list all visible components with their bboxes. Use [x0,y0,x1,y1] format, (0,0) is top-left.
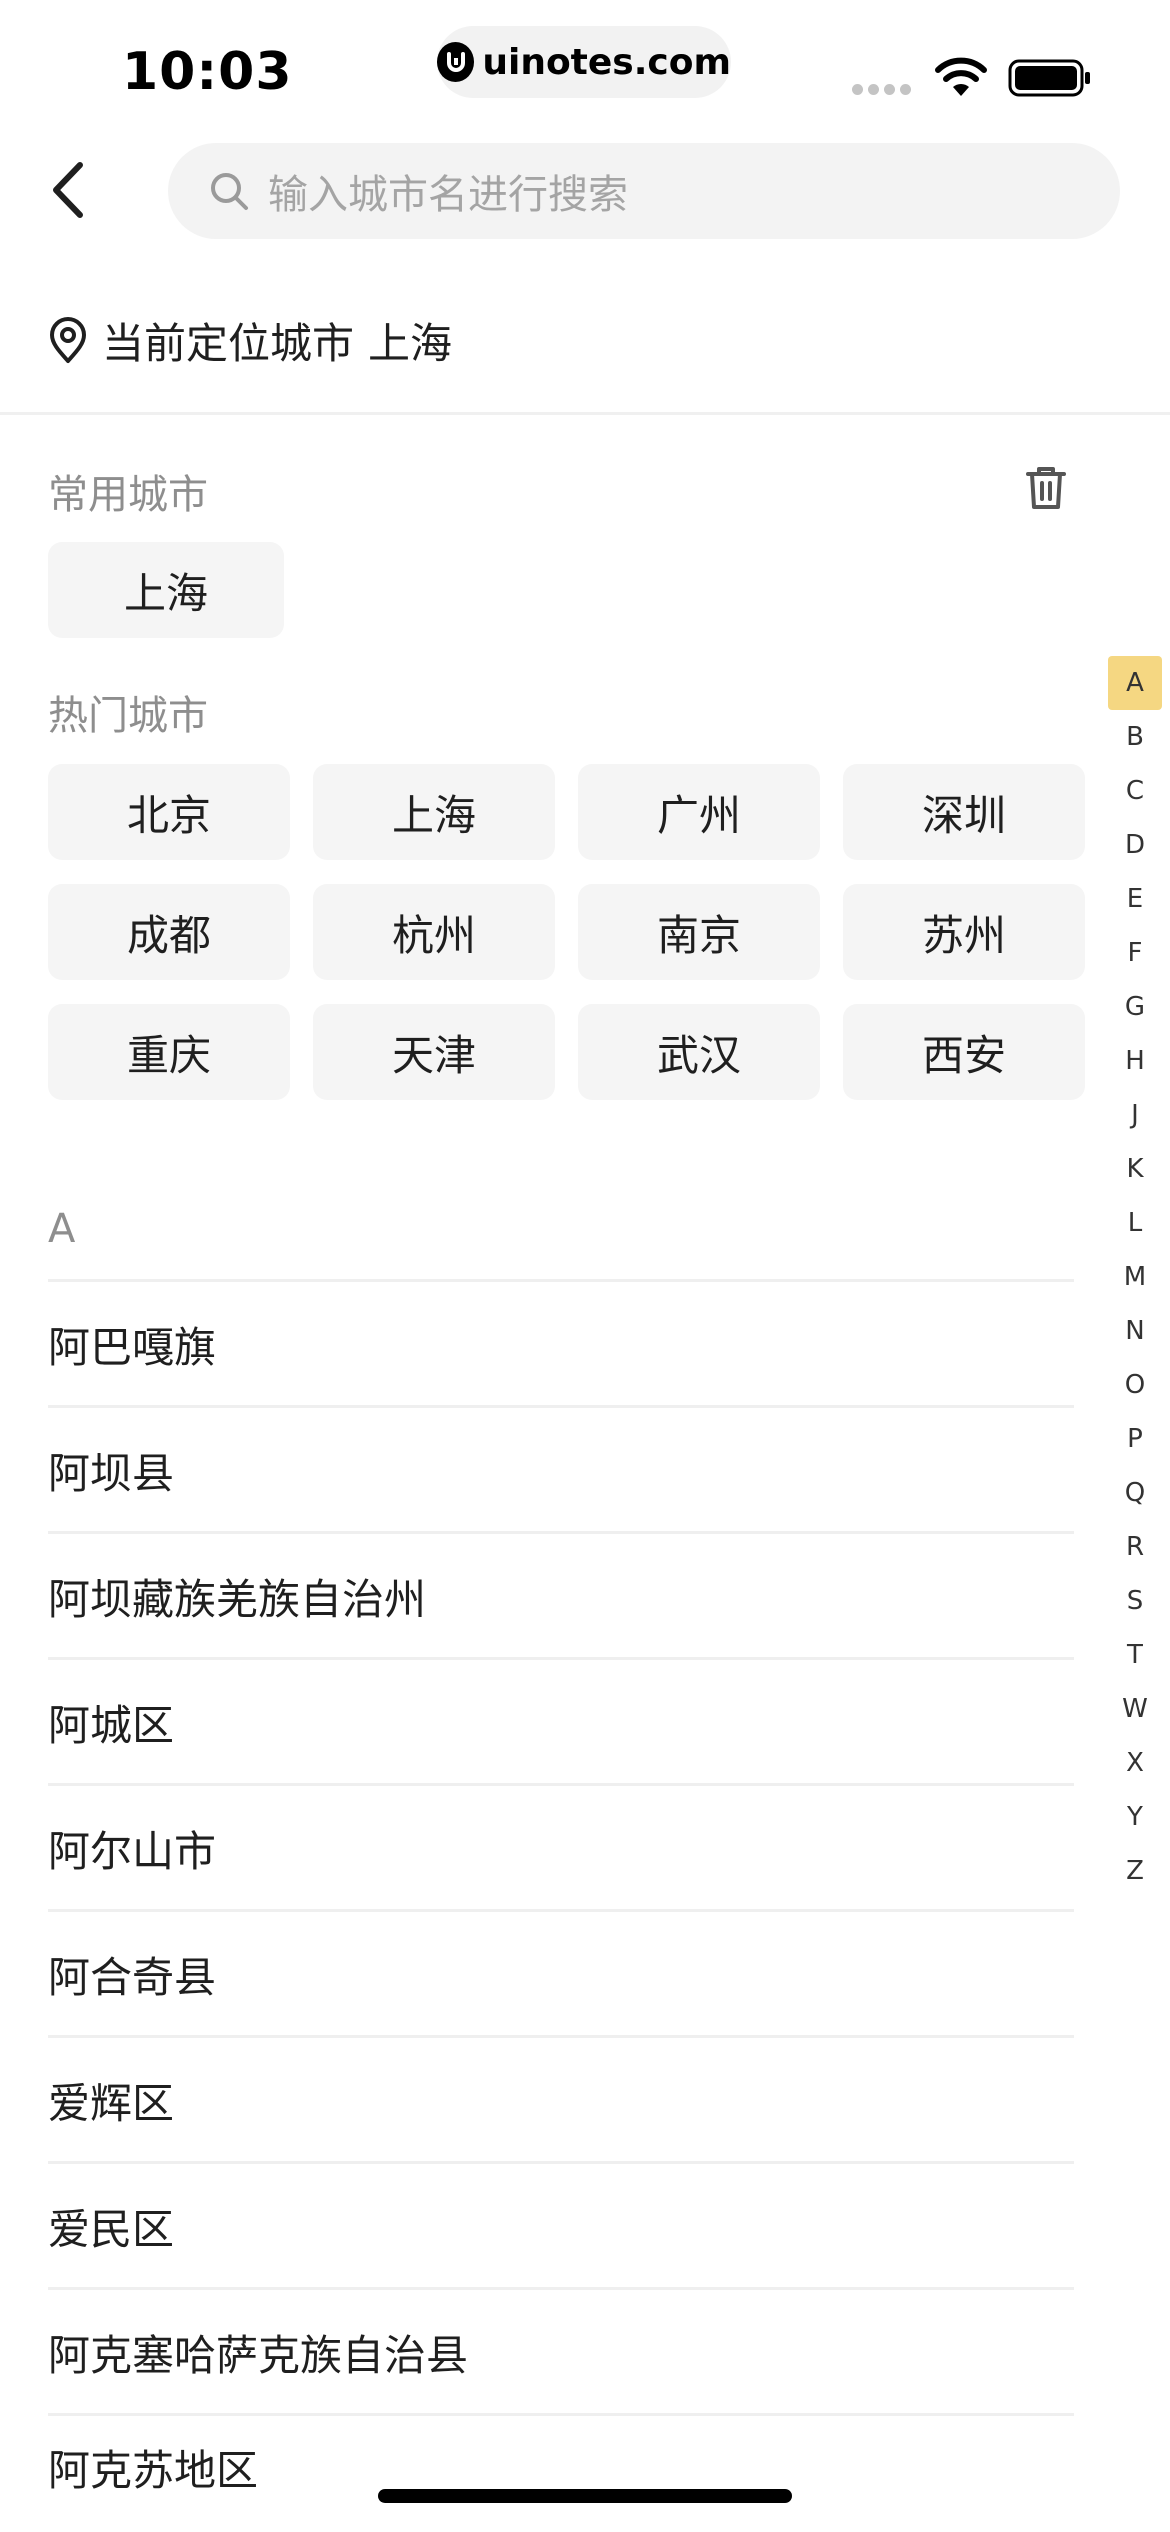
site-logo-icon [437,42,475,82]
list-divider [48,1279,1074,1282]
trash-icon[interactable] [1024,464,1068,512]
alpha-index-letter[interactable]: O [1108,1358,1162,1412]
city-list-item[interactable]: 阿合奇县 [48,1913,1074,2035]
common-cities-title: 常用城市 [48,472,208,518]
hot-city-chip[interactable]: 西安 [843,1004,1085,1100]
url-pill[interactable]: uinotes.com [437,26,731,98]
alpha-index-letter-active[interactable]: A [1108,656,1162,710]
hot-city-chip[interactable]: 深圳 [843,764,1085,860]
hot-city-chip[interactable]: 杭州 [313,884,555,980]
search-icon [211,173,248,210]
alpha-index-letter[interactable]: J [1108,1088,1162,1142]
status-time: 10:03 [122,42,293,102]
city-list-item[interactable]: 爱民区 [48,2165,1074,2287]
list-divider [48,2035,1074,2038]
alpha-index-letter[interactable]: Y [1108,1790,1162,1844]
city-list-item[interactable]: 阿克塞哈萨克族自治县 [48,2291,1074,2413]
list-divider [48,1657,1074,1660]
alpha-index-letter[interactable]: H [1108,1034,1162,1088]
current-location[interactable]: 当前定位城市 上海 [48,302,452,378]
alpha-index-letter[interactable]: N [1108,1304,1162,1358]
city-list-item[interactable]: 阿坝藏族羌族自治州 [48,1535,1074,1657]
hot-city-chip[interactable]: 上海 [313,764,555,860]
alpha-index-letter[interactable]: X [1108,1736,1162,1790]
alpha-index-letter[interactable]: Z [1108,1844,1162,1898]
list-divider [48,1783,1074,1786]
list-letter-header: A [48,1206,76,1252]
city-list-item[interactable]: 爱辉区 [48,2039,1074,2161]
list-divider [48,1405,1074,1408]
alpha-index-letter[interactable]: B [1108,710,1162,764]
hot-cities-title: 热门城市 [48,693,208,739]
list-divider [48,2287,1074,2290]
list-divider [48,1531,1074,1534]
alpha-index-letter[interactable]: R [1108,1520,1162,1574]
hot-city-chip[interactable]: 重庆 [48,1004,290,1100]
hot-city-chip[interactable]: 成都 [48,884,290,980]
location-city[interactable]: 上海 [368,310,452,371]
list-divider [48,1909,1074,1912]
section-divider [0,412,1170,415]
alpha-index-letter[interactable]: E [1108,872,1162,926]
list-divider [48,2413,1074,2416]
common-city-chip[interactable]: 上海 [48,542,284,638]
location-label: 当前定位城市 [102,318,355,368]
chevron-left-icon [53,162,83,218]
home-indicator[interactable] [378,2489,792,2503]
location-pin-icon [50,317,86,363]
city-list-item[interactable]: 阿城区 [48,1661,1074,1783]
alpha-index-letter[interactable]: D [1108,818,1162,872]
alpha-index-letter[interactable]: M [1108,1250,1162,1304]
city-list-item[interactable]: 阿坝县 [48,1409,1074,1531]
back-button[interactable] [36,150,100,230]
hot-city-chip[interactable]: 天津 [313,1004,555,1100]
hot-city-chip[interactable]: 苏州 [843,884,1085,980]
alpha-index-letter[interactable]: T [1108,1628,1162,1682]
hot-city-chip[interactable]: 武汉 [578,1004,820,1100]
hot-city-chip[interactable]: 北京 [48,764,290,860]
hot-city-chip[interactable]: 广州 [578,764,820,860]
cellular-signal-icon [852,84,916,95]
alpha-index-letter[interactable]: F [1108,926,1162,980]
alpha-index-letter[interactable]: G [1108,980,1162,1034]
alpha-index-letter[interactable]: L [1108,1196,1162,1250]
alphabet-index[interactable]: A B C D E F G H J K L M N O P Q R S T W … [1108,656,1162,1898]
city-list-item[interactable]: 阿巴嘎旗 [48,1283,1074,1405]
alpha-index-letter[interactable]: C [1108,764,1162,818]
wifi-icon [935,57,987,96]
alpha-index-letter[interactable]: W [1108,1682,1162,1736]
status-bar: 10:03 uinotes.com [0,0,1170,130]
url-text: uinotes.com [482,41,731,83]
hot-city-chip[interactable]: 南京 [578,884,820,980]
alpha-index-letter[interactable]: Q [1108,1466,1162,1520]
list-divider [48,2161,1074,2164]
alpha-index-letter[interactable]: S [1108,1574,1162,1628]
battery-icon [1008,59,1090,97]
city-list-item[interactable]: 阿尔山市 [48,1787,1074,1909]
search-placeholder: 输入城市名进行搜索 [268,172,628,218]
alpha-index-letter[interactable]: P [1108,1412,1162,1466]
alpha-index-letter[interactable]: K [1108,1142,1162,1196]
search-input[interactable]: 输入城市名进行搜索 [168,143,1120,239]
